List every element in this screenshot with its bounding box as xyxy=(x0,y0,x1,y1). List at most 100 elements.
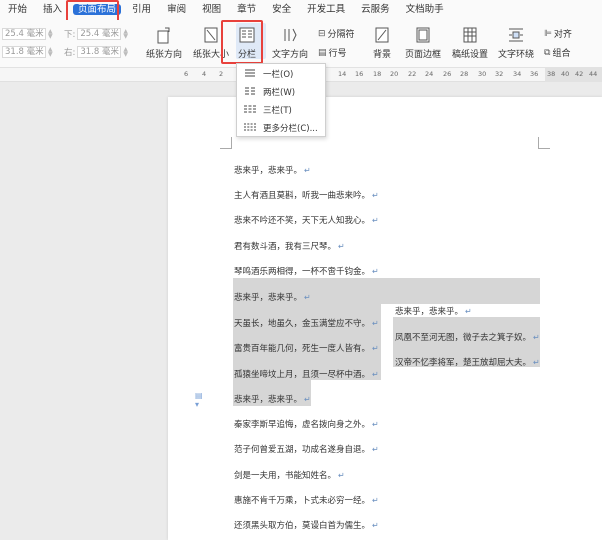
text-content: 剑是一夫用，书能知姓名。 xyxy=(234,471,337,481)
one-column-label: 一栏(O) xyxy=(263,70,294,80)
menu-insert[interactable]: 插入 xyxy=(35,0,70,20)
text-content: 凤凰不至河无图，微子去之箕子奴。 xyxy=(395,333,532,343)
text-line[interactable]: 还须黑头取方伯，莫谩白首为儒生。 ↵ xyxy=(234,519,379,531)
text-direction-button[interactable]: 文字方向 xyxy=(272,26,308,60)
text-line[interactable]: 琴鸣酒乐两相得，一杯不啻千钧金。 ↵ xyxy=(234,265,379,277)
ribbon: 25.4 毫米 ▲ ▼ 下: 25.4 毫米 ▲ ▼ 31.8 毫米 ▲ ▼ 右: 31.8 毫… xyxy=(0,20,602,68)
text-content: 悲来乎，悲来乎。 xyxy=(234,293,303,303)
menu-item-more-columns[interactable]: 更多分栏(C)... xyxy=(237,119,325,137)
menu-security[interactable]: 安全 xyxy=(264,0,299,20)
ruler-number: 20 xyxy=(390,70,399,78)
text-line[interactable]: 秦家李斯早追悔，虚名拨向身之外。 ↵ xyxy=(234,418,379,430)
menu-developer[interactable]: 开发工具 xyxy=(299,0,353,20)
ruler-number: 44 xyxy=(589,70,598,78)
text-line[interactable]: 悲来乎，悲来乎。 ↵ xyxy=(234,291,311,303)
columns-button[interactable]: 分栏 xyxy=(238,26,256,60)
text-content: 悲来乎，悲来乎。 xyxy=(234,395,303,405)
line-number-label: 行号 xyxy=(328,49,347,59)
text-line[interactable]: 范子何曾爱五湖，功成名遂身自退。 ↵ xyxy=(234,443,379,455)
spinner-icon[interactable]: ▲ ▼ xyxy=(48,47,54,58)
ruler-number: 6 xyxy=(184,70,189,78)
margin-top-field[interactable]: 25.4 毫米 ▲ ▼ xyxy=(2,28,54,40)
text-content: 秦家李斯早追悔，虚名拨向身之外。 xyxy=(234,420,371,430)
paragraph-mark: ↵ xyxy=(338,242,345,251)
page-size-button[interactable]: 纸张大小 xyxy=(193,26,229,60)
group-icon: ⧉ xyxy=(544,47,551,58)
separator-button[interactable]: ⊟ 分隔符 xyxy=(318,27,355,41)
margin-left-input[interactable]: 31.8 毫米 xyxy=(2,46,46,58)
text-line[interactable]: 悲来不吟还不笑，天下无人知我心。 ↵ xyxy=(234,214,379,226)
menu-item-three-columns[interactable]: 三栏(T) xyxy=(237,101,325,119)
ruler-number: 38 xyxy=(547,70,556,78)
text-line[interactable]: 君有数斗酒，我有三尺琴。 ↵ xyxy=(234,240,345,252)
orientation-label: 纸张方向 xyxy=(146,50,183,60)
text-content: 惠施不肯千万乘，卜式未必穷一经。 xyxy=(234,496,371,506)
text-line[interactable]: 天虽长，地虽久，金玉满堂应不守。 ↵ xyxy=(234,317,379,329)
margin-top-input[interactable]: 25.4 毫米 xyxy=(2,28,46,40)
margin-right-field[interactable]: 右: 31.8 毫米 ▲ ▼ xyxy=(64,46,129,58)
paragraph-mark: ↵ xyxy=(372,445,379,454)
menu-view[interactable]: 视图 xyxy=(194,0,229,20)
spinner-icon[interactable]: ▲ ▼ xyxy=(123,29,129,40)
margin-bottom-input[interactable]: 25.4 毫米 xyxy=(77,28,122,40)
menu-chapter[interactable]: 章节 xyxy=(229,0,264,20)
page-size-label: 纸张大小 xyxy=(193,50,230,60)
menu-item-one-column[interactable]: 一栏(O) xyxy=(237,65,325,83)
paragraph-mark: ↵ xyxy=(338,471,345,480)
menu-review[interactable]: 审阅 xyxy=(159,0,194,20)
text-line[interactable]: 凤凰不至河无图，微子去之箕子奴。 ↵ xyxy=(395,331,540,343)
page-border-button[interactable]: 页面边框 xyxy=(405,26,441,60)
paragraph-mark: ↵ xyxy=(372,267,379,276)
text-line[interactable]: 惠施不肯千万乘，卜式未必穷一经。 ↵ xyxy=(234,494,379,506)
paragraph-mark: ↵ xyxy=(304,166,311,175)
text-content: 范子何曾爱五湖，功成名遂身自退。 xyxy=(234,445,371,455)
text-line[interactable]: 悲来乎，悲来乎。 ↵ xyxy=(395,305,472,317)
paper-setup-label: 稿纸设置 xyxy=(452,50,489,60)
wrap-text-icon xyxy=(509,28,523,42)
text-direction-icon xyxy=(284,28,297,42)
margin-bottom-field[interactable]: 下: 25.4 毫米 ▲ ▼ xyxy=(64,28,129,40)
three-columns-label: 三栏(T) xyxy=(263,106,292,116)
text-line[interactable]: 悲来乎，悲来乎。 ↵ xyxy=(234,164,311,176)
text-line[interactable]: 悲来乎，悲来乎。 ↵ xyxy=(234,393,311,405)
text-line[interactable]: 剑是一夫用，书能知姓名。 ↵ xyxy=(234,469,345,481)
margin-right-input[interactable]: 31.8 毫米 xyxy=(77,46,122,58)
spinner-icon[interactable]: ▲ ▼ xyxy=(48,29,54,40)
line-number-button[interactable]: ▤ 行号 xyxy=(318,46,347,60)
text-line[interactable]: 主人有酒且莫斟，听我一曲悲来吟。 ↵ xyxy=(234,189,379,201)
wrap-text-button[interactable]: 文字环绕 xyxy=(498,26,534,60)
menu-page-layout[interactable]: 页面布局 xyxy=(73,4,122,15)
menu-page-layout-wrap[interactable]: 页面布局 xyxy=(70,0,124,20)
menu-references[interactable]: 引用 xyxy=(124,0,159,20)
paragraph-mark: ↵ xyxy=(304,293,311,302)
more-columns-label: 更多分栏(C)... xyxy=(263,124,318,134)
ruler-number: 30 xyxy=(478,70,487,78)
align-button[interactable]: ⊫ 对齐 xyxy=(544,27,572,41)
margin-left-field[interactable]: 31.8 毫米 ▲ ▼ xyxy=(2,46,54,58)
menu-home[interactable]: 开始 xyxy=(0,0,35,20)
menu-item-two-columns[interactable]: 两栏(W) xyxy=(237,83,325,101)
ruler-number: 40 xyxy=(561,70,570,78)
text-line[interactable]: 孤猿坐啼坟上月，且须一尽杯中酒。 ↵ xyxy=(234,368,379,380)
text-line[interactable]: 汉帝不忆李将军，楚王放却屈大夫。 ↵ xyxy=(395,356,540,368)
columns-label: 分栏 xyxy=(238,50,257,60)
background-button[interactable]: 背景 xyxy=(373,26,391,60)
ruler-number: 42 xyxy=(575,70,584,78)
page-border-icon xyxy=(416,27,430,43)
paragraph-mark: ↵ xyxy=(372,370,379,379)
paragraph-options-icon[interactable]: ▤ ▾ xyxy=(195,391,209,409)
group-button[interactable]: ⧉ 组合 xyxy=(544,46,570,60)
ruler-number: 22 xyxy=(408,70,417,78)
spinner-icon[interactable]: ▲ ▼ xyxy=(123,47,129,58)
paragraph-mark: ↵ xyxy=(372,191,379,200)
paragraph-mark: ↵ xyxy=(372,496,379,505)
paper-setup-button[interactable]: 稿纸设置 xyxy=(452,26,488,60)
orientation-button[interactable]: 纸张方向 xyxy=(146,26,182,60)
paragraph-mark: ↵ xyxy=(533,333,540,342)
text-line[interactable]: 富贵百年能几何，死生一度人皆有。 ↵ xyxy=(234,342,379,354)
menu-cloud[interactable]: 云服务 xyxy=(353,0,398,20)
paragraph-mark: ↵ xyxy=(372,344,379,353)
menu-doc-assistant[interactable]: 文档助手 xyxy=(398,0,452,20)
text-content: 还须黑头取方伯，莫谩白首为儒生。 xyxy=(234,521,371,531)
paragraph-mark: ↵ xyxy=(465,307,472,316)
